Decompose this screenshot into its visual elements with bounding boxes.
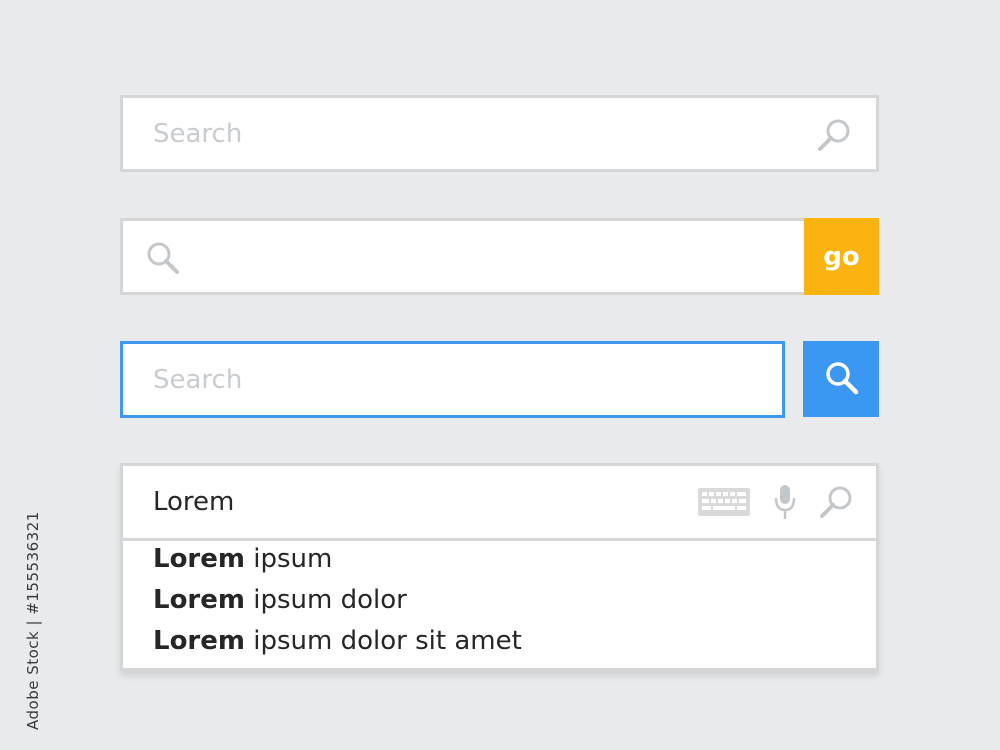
go-button[interactable]: go [804,218,879,295]
autocomplete-search: Lorem Lorem ipsum Lorem ipsum dolor Lore… [120,463,879,671]
suggestion-item[interactable]: Lorem ipsum dolor [153,587,522,628]
suggestion-item[interactable]: Lorem ipsum dolor sit amet [153,628,522,669]
search-icon [147,242,179,274]
suggestion-rest: ipsum [244,544,333,574]
suggestion-rest: ipsum dolor sit amet [244,626,522,656]
search-placeholder: Search [153,365,243,395]
keyboard-icon[interactable] [697,487,751,517]
search-bar-2[interactable] [120,218,806,295]
search-bar-1[interactable]: Search [120,95,879,172]
suggestion-item[interactable]: Lorem ipsum [153,546,522,587]
search-bar-3[interactable]: Search [120,341,785,418]
stock-id-text: Adobe Stock | #155536321 [24,511,42,730]
suggestion-match: Lorem [153,544,245,574]
suggestion-list: Lorem ipsum Lorem ipsum dolor Lorem ipsu… [153,546,522,669]
search-placeholder: Search [153,119,243,149]
search-button[interactable] [803,341,879,417]
suggestion-match: Lorem [153,585,245,615]
search-icon[interactable] [815,116,855,156]
search-icon[interactable] [817,483,857,523]
suggestion-match: Lorem [153,626,245,656]
divider [123,538,876,541]
search-input[interactable]: Lorem [123,466,876,538]
search-icon [826,362,859,395]
suggestion-rest: ipsum dolor [244,585,407,615]
microphone-icon[interactable] [773,483,797,523]
search-input-value: Lorem [153,487,235,517]
